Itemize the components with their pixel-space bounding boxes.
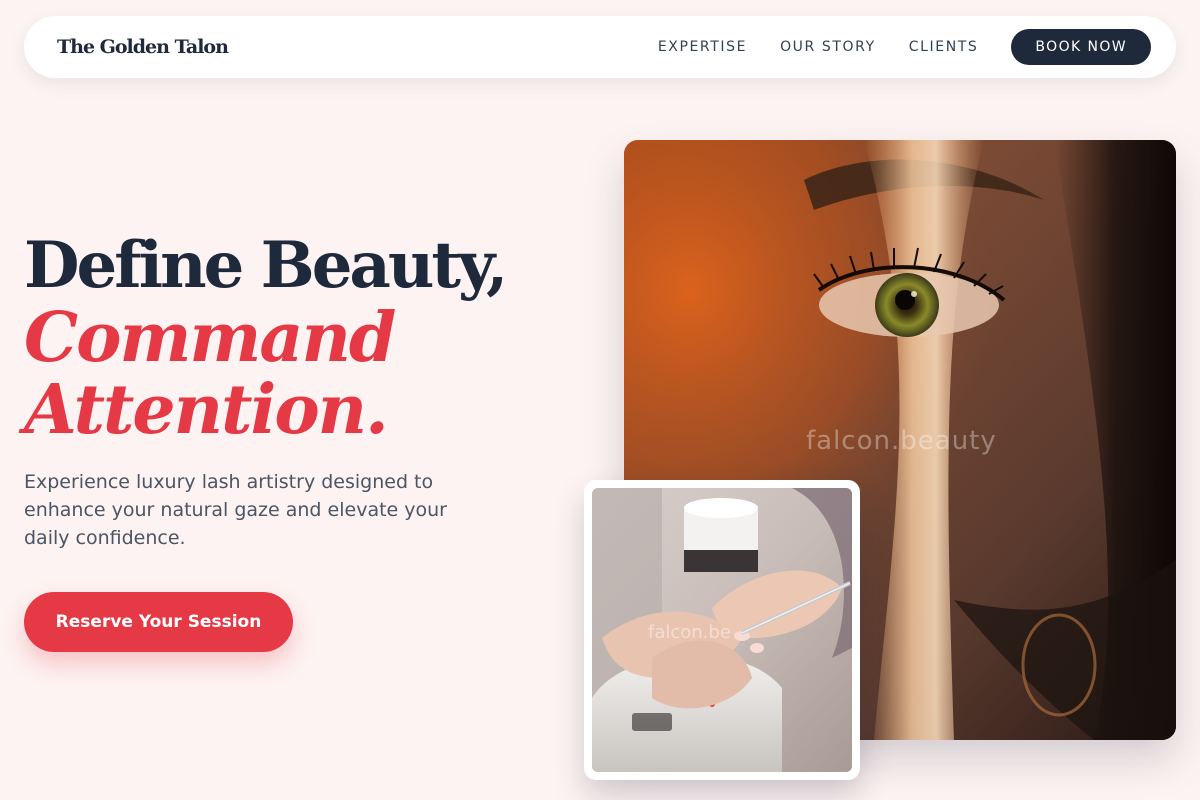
nav-links: EXPERTISE OUR STORY CLIENTS BOOK NOW — [658, 29, 1151, 65]
nav-link-our-story[interactable]: OUR STORY — [780, 39, 876, 55]
reserve-session-button[interactable]: Reserve Your Session — [24, 592, 293, 652]
nail-treatment-photo-card: falcon.be — [584, 480, 860, 780]
nav-link-clients[interactable]: CLIENTS — [909, 39, 979, 55]
hero-subtitle: Experience luxury lash artistry designed… — [24, 471, 447, 549]
hero-title: Define Beauty, Command Attention. — [24, 228, 508, 450]
inset-image-watermark: falcon.be — [648, 622, 731, 643]
book-now-button[interactable]: BOOK NOW — [1011, 29, 1151, 65]
hero-title-accent-command: Command — [24, 298, 396, 378]
landing-page: The Golden Talon EXPERTISE OUR STORY CLI… — [0, 0, 1200, 800]
hero-title-accent-attention: Attention. — [24, 370, 389, 450]
nav-link-expertise[interactable]: EXPERTISE — [658, 39, 747, 55]
hero-title-line: Define Beauty, — [24, 228, 508, 303]
main-image-watermark: falcon.beauty — [806, 426, 997, 456]
top-navbar: The Golden Talon EXPERTISE OUR STORY CLI… — [24, 16, 1176, 78]
brand-logo[interactable]: The Golden Talon — [57, 36, 229, 58]
nail-treatment-photo: falcon.be — [592, 488, 852, 772]
